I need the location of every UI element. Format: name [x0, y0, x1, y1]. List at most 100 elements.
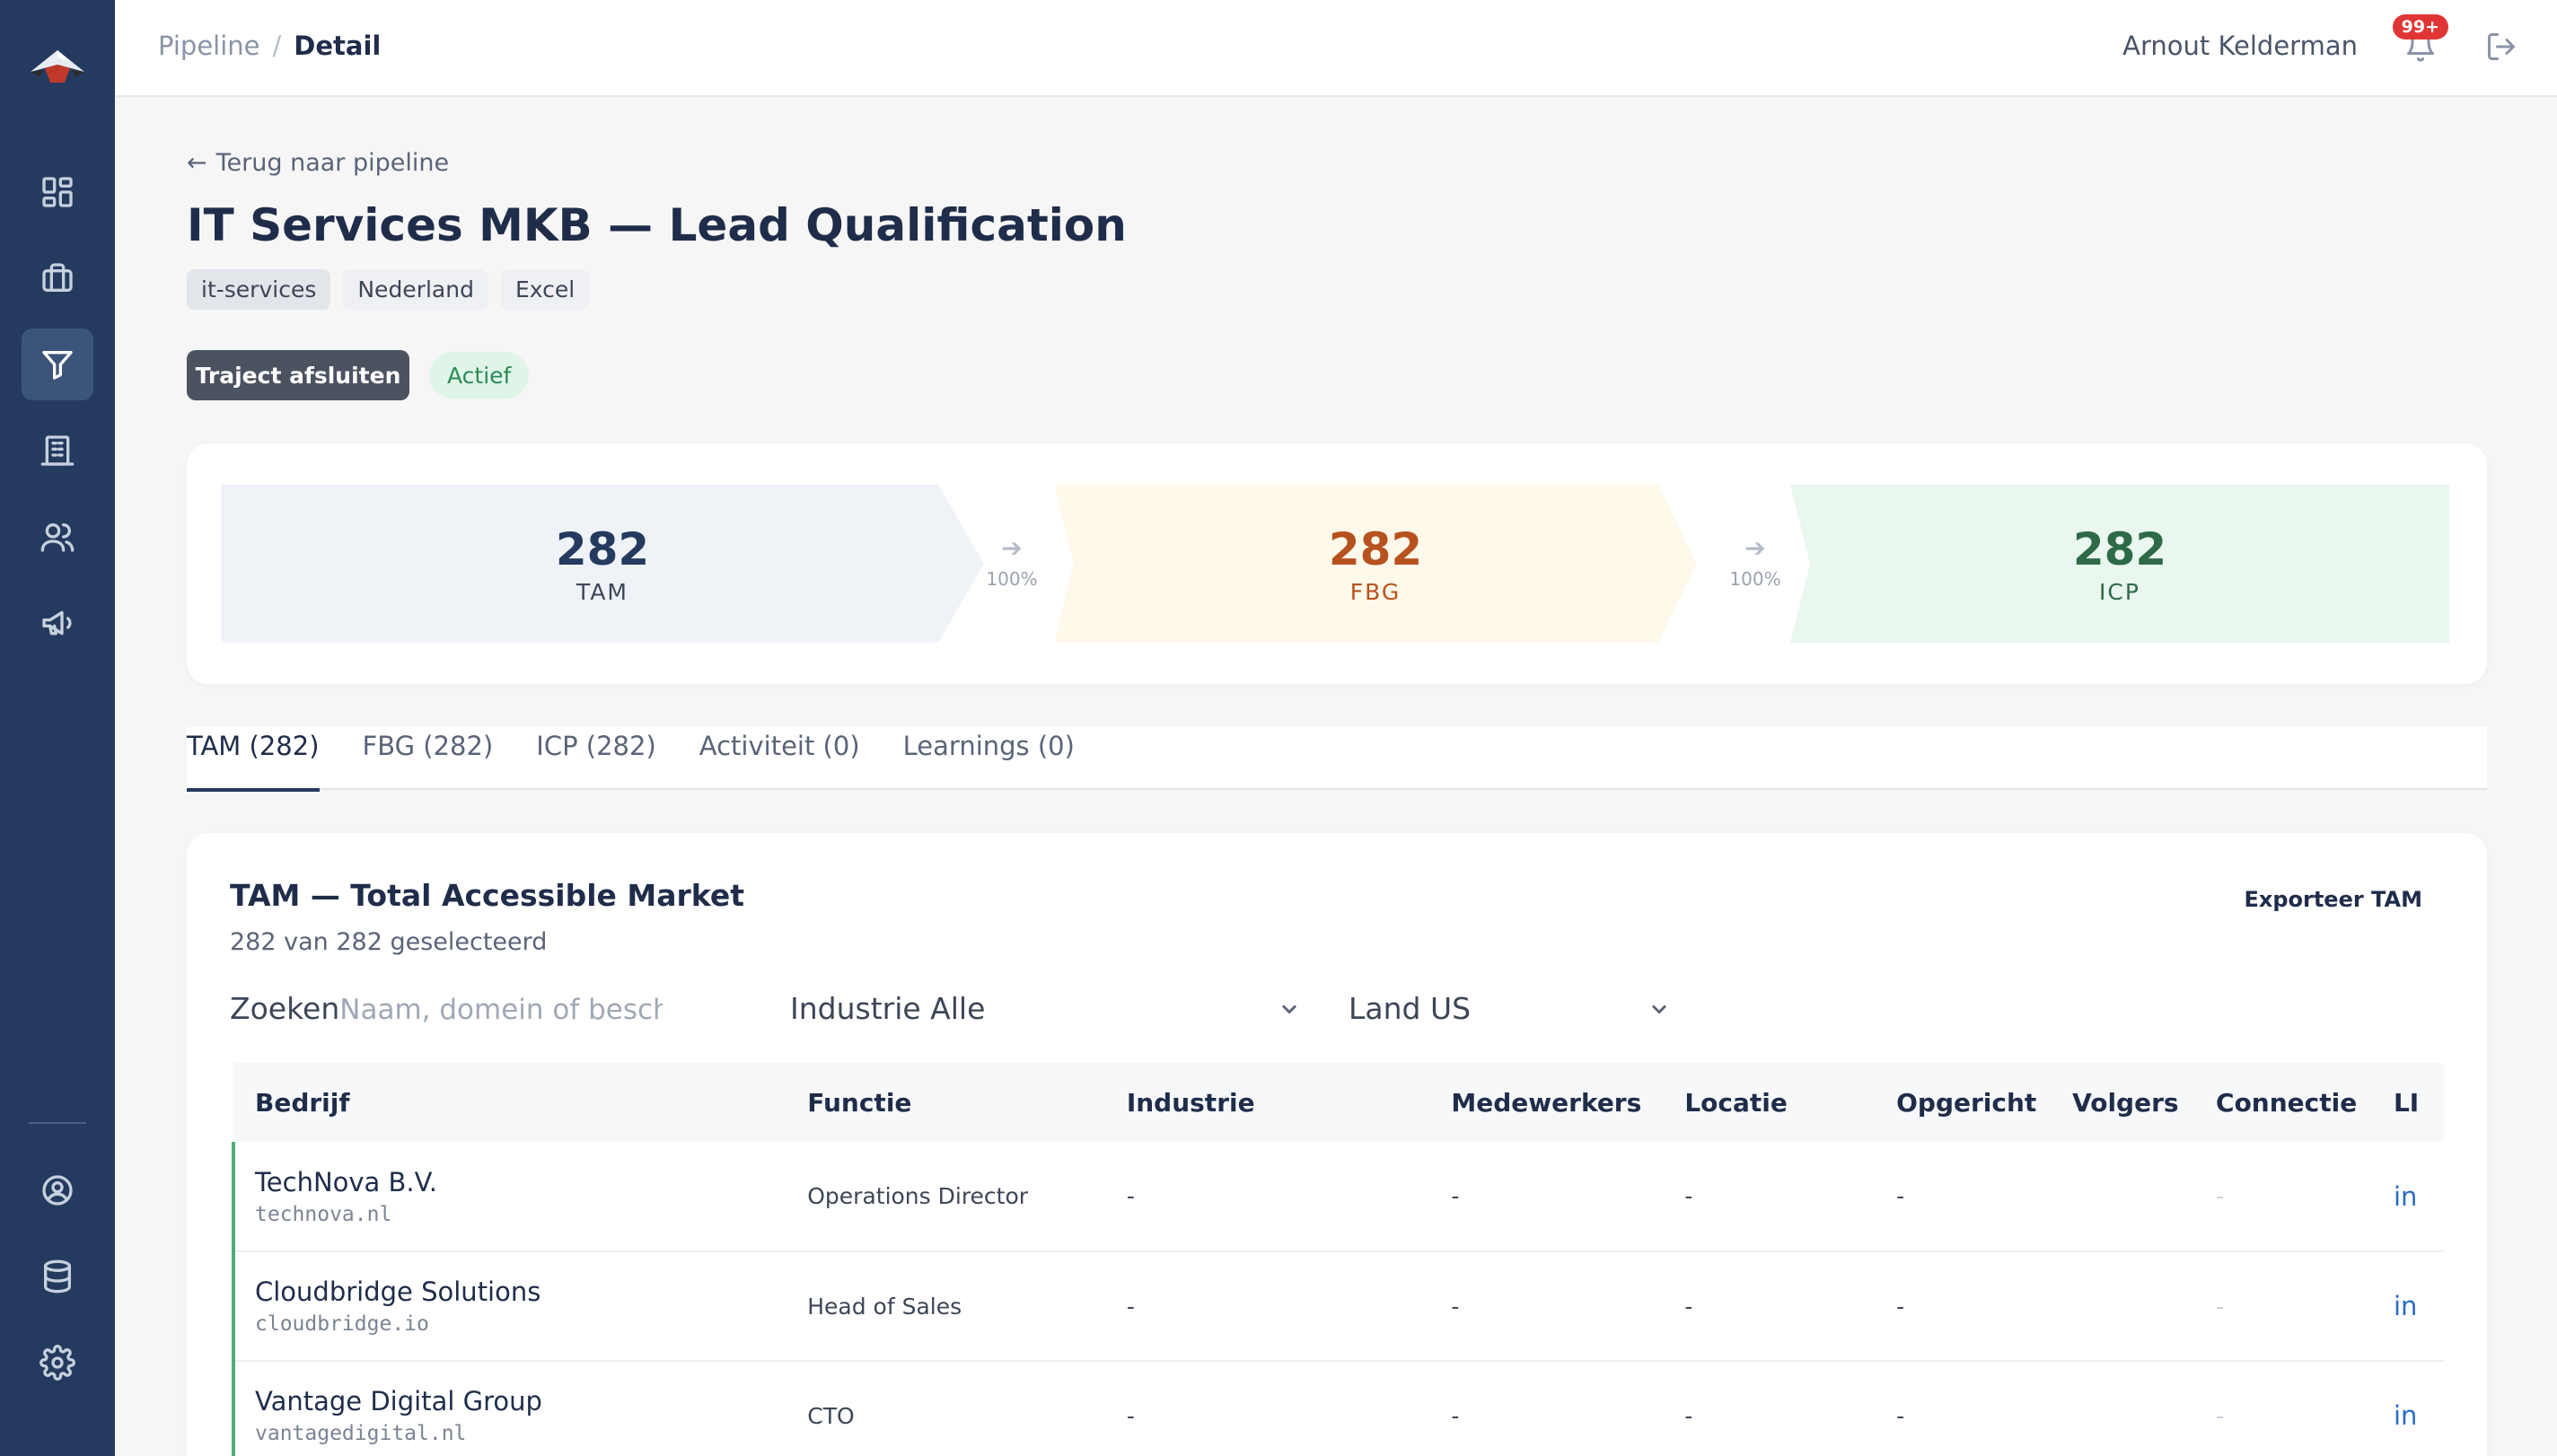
column-header-linkedin[interactable]: LI [2372, 1063, 2444, 1142]
table-header-row: Bedrijf Functie Industrie Medewerkers Lo… [233, 1063, 2444, 1142]
tab-fbg[interactable]: FBG (282) [363, 727, 494, 790]
founded-cell: - [1896, 1183, 1905, 1209]
column-header-employees[interactable]: Medewerkers [1429, 1063, 1663, 1142]
founded-cell: - [1896, 1402, 1905, 1429]
connection-cell: - [2216, 1293, 2225, 1320]
dashboard-icon [42, 177, 73, 207]
tab-activity[interactable]: Activiteit (0) [699, 727, 860, 790]
sidebar [0, 0, 115, 1456]
funnel-connector-2: ➔ 100% [1715, 533, 1796, 590]
nav-profile[interactable] [22, 1154, 93, 1226]
industry-cell: - [1126, 1293, 1135, 1320]
followers-cell [2051, 1251, 2194, 1361]
breadcrumb-detail: Detail [294, 31, 382, 61]
back-link[interactable]: ← Terug naar pipeline [187, 149, 449, 177]
industry-cell: - [1126, 1183, 1135, 1209]
column-header-company[interactable]: Bedrijf [233, 1063, 786, 1142]
company-cell: Vantage Digital Group vantagedigital.nl [231, 1361, 786, 1456]
nav-projects[interactable] [22, 242, 93, 314]
filter-icon [42, 351, 73, 380]
column-header-founded[interactable]: Opgericht [1875, 1063, 2051, 1142]
tag-list: it-services Nederland Excel [187, 269, 590, 310]
chevron-down-icon [1651, 1004, 1667, 1014]
funnel-stage-fbg[interactable]: 282 FBG [1054, 485, 1697, 643]
tab-bar: TAM (282) FBG (282) ICP (282) Activiteit… [187, 727, 2487, 792]
tag-source: Excel [500, 269, 590, 310]
funnel-fbg-value: 282 [1328, 522, 1423, 575]
column-header-function[interactable]: Functie [786, 1063, 1105, 1142]
tab-learnings[interactable]: Learnings (0) [903, 727, 1075, 790]
company-name[interactable]: Cloudbridge Solutions [255, 1276, 786, 1307]
industry-cell: - [1126, 1402, 1135, 1429]
logout-icon [2488, 33, 2515, 60]
search-input[interactable] [339, 994, 663, 1026]
logout-button[interactable] [2485, 31, 2521, 66]
tam-title: TAM — Total Accessible Market [230, 878, 744, 913]
company-name[interactable]: TechNova B.V. [255, 1167, 786, 1197]
table-row[interactable]: Cloudbridge Solutions cloudbridge.io Hea… [231, 1251, 2444, 1361]
tab-icp[interactable]: ICP (282) [536, 727, 656, 790]
linkedin-link[interactable]: in [2372, 1361, 2444, 1456]
nav-companies[interactable] [22, 415, 93, 487]
followers-cell [2051, 1142, 2194, 1251]
nav-settings[interactable] [22, 1327, 93, 1399]
arrow-right-icon: ➔ [1744, 533, 1766, 563]
nav-data[interactable] [22, 1241, 93, 1312]
funnel-stage-tam[interactable]: 282 TAM [221, 485, 984, 643]
conversion-rate-1: 100% [986, 568, 1038, 590]
location-cell: - [1684, 1402, 1693, 1429]
employees-cell: - [1451, 1293, 1460, 1320]
column-header-industry[interactable]: Industrie [1105, 1063, 1430, 1142]
settings-icon [40, 1345, 75, 1381]
location-cell: - [1684, 1183, 1693, 1209]
page-title: IT Services MKB — Lead Qualification [187, 199, 1127, 251]
notification-badge: 99+ [2392, 14, 2448, 39]
nav-contacts[interactable] [22, 501, 93, 573]
linkedin-link[interactable]: in [2372, 1142, 2444, 1251]
company-domain: technova.nl [255, 1202, 392, 1226]
table-row[interactable]: TechNova B.V. technova.nl Operations Dir… [231, 1142, 2444, 1251]
export-tam-button[interactable]: Exporteer TAM [2244, 887, 2422, 912]
nav-pipeline[interactable] [22, 329, 93, 400]
connection-cell: - [2216, 1402, 2225, 1429]
tam-table: Bedrijf Functie Industrie Medewerkers Lo… [231, 1063, 2444, 1456]
topbar: Pipeline / Detail Arnout Kelderman 99+ [115, 0, 2557, 97]
company-domain: vantagedigital.nl [255, 1422, 467, 1445]
location-cell: - [1684, 1293, 1693, 1320]
users-icon [40, 523, 75, 552]
funnel-icp-value: 282 [2072, 522, 2167, 575]
company-domain: cloudbridge.io [255, 1312, 429, 1336]
user-circle-icon [42, 1175, 73, 1206]
close-trajectory-button[interactable]: Traject afsluiten [187, 350, 409, 400]
linkedin-link[interactable]: in [2372, 1251, 2444, 1361]
user-name[interactable]: Arnout Kelderman [2122, 31, 2358, 61]
function-cell: Operations Director [807, 1183, 1029, 1209]
column-header-location[interactable]: Locatie [1663, 1063, 1875, 1142]
back-link-label: Terug naar pipeline [215, 149, 450, 177]
breadcrumb-pipeline[interactable]: Pipeline [158, 31, 260, 61]
funnel-connector-1: ➔ 100% [971, 533, 1052, 590]
chevron-down-icon [1281, 1004, 1297, 1014]
industry-filter-select[interactable]: Industrie Alle [790, 991, 1302, 1026]
tab-tam[interactable]: TAM (282) [187, 727, 320, 792]
employees-cell: - [1451, 1402, 1460, 1429]
search-field: Zoeken [230, 991, 663, 1026]
breadcrumb-separator: / [272, 31, 282, 61]
app-logo[interactable] [25, 38, 90, 92]
nav-campaigns[interactable] [22, 587, 93, 659]
megaphone-icon [42, 610, 72, 636]
company-cell: TechNova B.V. technova.nl [231, 1142, 786, 1251]
funnel-tam-label: TAM [576, 578, 628, 605]
arrow-left-icon: ← [187, 149, 207, 177]
tag-industry: it-services [187, 269, 331, 310]
nav-dashboard[interactable] [22, 156, 93, 228]
founded-cell: - [1896, 1293, 1905, 1320]
column-header-connection[interactable]: Connectie [2194, 1063, 2372, 1142]
table-row[interactable]: Vantage Digital Group vantagedigital.nl … [231, 1361, 2444, 1456]
funnel-card: 282 TAM ➔ 100% 282 FBG ➔ 100% 282 ICP [187, 443, 2487, 684]
funnel-fbg-label: FBG [1349, 578, 1402, 605]
column-header-followers[interactable]: Volgers [2051, 1063, 2194, 1142]
country-filter-select[interactable]: Land US [1349, 991, 1672, 1026]
company-name[interactable]: Vantage Digital Group [255, 1386, 786, 1417]
funnel-stage-icp[interactable]: 282 ICP [1790, 485, 2449, 643]
